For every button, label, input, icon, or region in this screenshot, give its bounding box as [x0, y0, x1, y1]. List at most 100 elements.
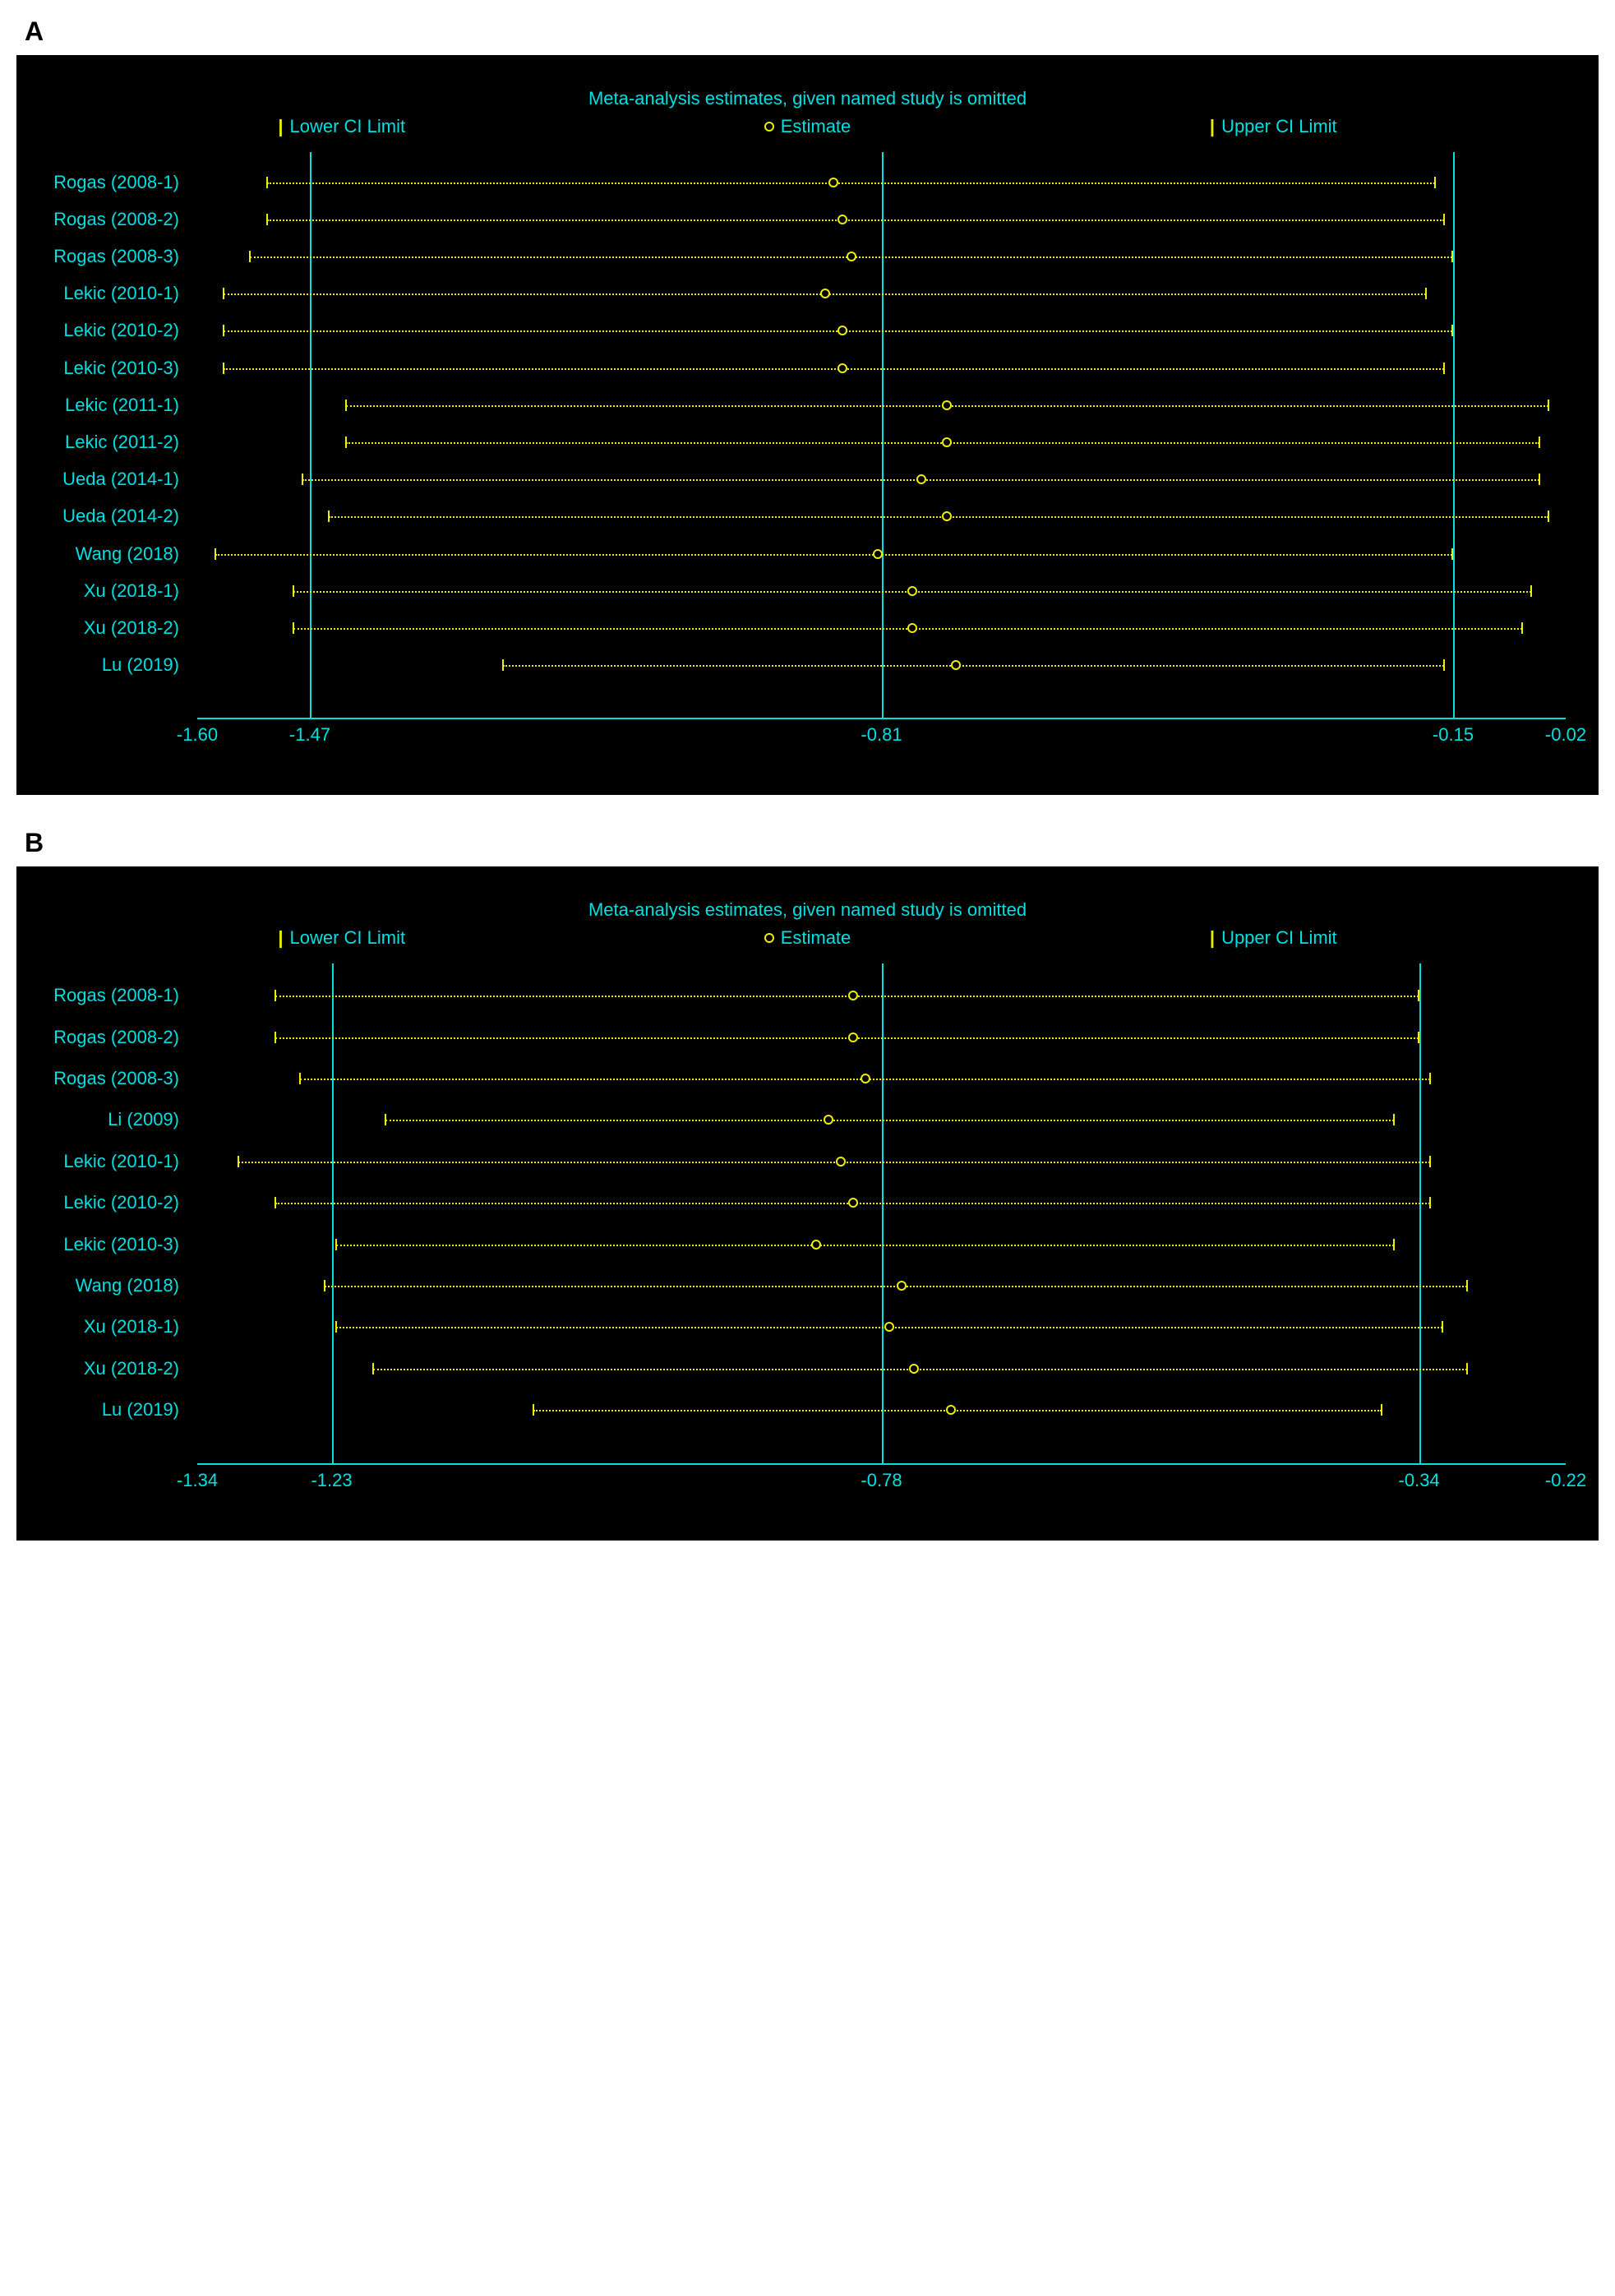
- upper-ci-tick: [1381, 1404, 1382, 1416]
- lower-ci-tick: [293, 585, 294, 597]
- study-label: Lekic (2010-1): [16, 283, 189, 304]
- upper-ci-tick: [1443, 363, 1445, 374]
- ci-range: [503, 665, 1444, 667]
- plot-area: Meta-analysis estimates, given named stu…: [16, 866, 1599, 1541]
- estimate-marker: [848, 1198, 858, 1208]
- ci-range: [533, 1410, 1382, 1411]
- study-row: Rogas (2008-2): [16, 1026, 1566, 1049]
- study-line: [189, 319, 1566, 342]
- study-line: [189, 1315, 1566, 1338]
- chart-body: -1.34-1.23-0.78-0.34-0.22Rogas (2008-1)R…: [197, 963, 1566, 1465]
- study-label: Rogas (2008-3): [16, 246, 189, 267]
- x-axis: [197, 1463, 1566, 1465]
- legend-text: Upper CI Limit: [1221, 116, 1337, 137]
- tick-icon: |: [278, 116, 283, 137]
- estimate-marker: [942, 511, 952, 521]
- study-line: [189, 543, 1566, 566]
- study-line: [189, 1150, 1566, 1173]
- estimate-marker: [942, 400, 952, 410]
- lower-ci-tick: [275, 1032, 276, 1043]
- study-line: [189, 282, 1566, 305]
- x-axis-tick: -1.60: [177, 724, 218, 746]
- upper-ci-tick: [1530, 585, 1532, 597]
- estimate-marker: [811, 1240, 821, 1250]
- study-line: [189, 1026, 1566, 1049]
- lower-ci-tick: [385, 1114, 386, 1125]
- lower-ci-tick: [223, 288, 224, 299]
- study-line: [189, 1191, 1566, 1214]
- study-row: Rogas (2008-1): [16, 984, 1566, 1007]
- estimate-marker: [848, 991, 858, 1000]
- chart-title: Meta-analysis estimates, given named stu…: [49, 88, 1566, 109]
- study-line: [189, 468, 1566, 491]
- x-axis-tick: -0.15: [1433, 724, 1474, 746]
- lower-ci-tick: [328, 510, 330, 522]
- tick-icon: |: [1210, 927, 1215, 949]
- estimate-marker: [837, 326, 847, 335]
- study-label: Ueda (2014-1): [16, 469, 189, 490]
- study-line: [189, 1067, 1566, 1090]
- upper-ci-tick: [1451, 548, 1453, 560]
- panel-label: A: [25, 16, 1599, 47]
- estimate-marker: [884, 1322, 894, 1332]
- estimate-marker: [907, 586, 917, 596]
- legend-text: Estimate: [781, 116, 851, 137]
- study-row: Xu (2018-2): [16, 1357, 1566, 1380]
- study-row: Li (2009): [16, 1108, 1566, 1131]
- lower-ci-tick: [266, 214, 268, 225]
- study-line: [189, 505, 1566, 528]
- estimate-marker: [828, 178, 838, 187]
- estimate-marker: [942, 437, 952, 447]
- x-axis-tick: -0.02: [1545, 724, 1586, 746]
- study-line: [189, 208, 1566, 231]
- ci-range: [267, 182, 1435, 184]
- upper-ci-tick: [1466, 1363, 1468, 1374]
- upper-ci-tick: [1393, 1114, 1395, 1125]
- estimate-marker: [909, 1364, 919, 1374]
- chart-title: Meta-analysis estimates, given named stu…: [49, 899, 1566, 921]
- study-label: Lu (2019): [16, 1399, 189, 1421]
- legend-lower-ci: |Lower CI Limit: [278, 927, 405, 949]
- lower-ci-tick: [345, 437, 347, 448]
- upper-ci-tick: [1418, 1032, 1419, 1043]
- legend-text: Estimate: [781, 927, 851, 949]
- study-row: Lekic (2010-2): [16, 319, 1566, 342]
- x-axis-tick: -0.34: [1399, 1470, 1440, 1491]
- study-label: Lekic (2011-1): [16, 395, 189, 416]
- study-line: [189, 245, 1566, 268]
- ci-range: [215, 554, 1452, 556]
- upper-ci-tick: [1451, 325, 1453, 336]
- x-axis-tick: -1.23: [311, 1470, 352, 1491]
- lower-ci-tick: [324, 1280, 325, 1291]
- upper-ci-tick: [1521, 622, 1523, 634]
- study-label: Xu (2018-1): [16, 1316, 189, 1337]
- study-line: [189, 617, 1566, 640]
- x-axis-tick: -0.78: [861, 1470, 902, 1491]
- lower-ci-tick: [533, 1404, 534, 1416]
- study-label: Xu (2018-2): [16, 617, 189, 639]
- ci-range: [373, 1369, 1467, 1370]
- lower-ci-tick: [215, 548, 216, 560]
- study-row: Ueda (2014-2): [16, 505, 1566, 528]
- estimate-marker: [824, 1115, 833, 1125]
- legend: |Lower CI LimitEstimate|Upper CI Limit: [49, 116, 1566, 137]
- study-row: Wang (2018): [16, 543, 1566, 566]
- study-line: [189, 171, 1566, 194]
- lower-ci-tick: [275, 1197, 276, 1208]
- ci-range: [275, 1037, 1419, 1039]
- estimate-marker: [820, 289, 830, 298]
- study-label: Lekic (2010-1): [16, 1151, 189, 1172]
- ci-range: [275, 996, 1419, 997]
- upper-ci-tick: [1393, 1239, 1395, 1250]
- upper-ci-tick: [1548, 510, 1549, 522]
- study-label: Rogas (2008-1): [16, 172, 189, 193]
- legend: |Lower CI LimitEstimate|Upper CI Limit: [49, 927, 1566, 949]
- study-row: Lekic (2011-2): [16, 431, 1566, 454]
- study-row: Ueda (2014-1): [16, 468, 1566, 491]
- lower-ci-tick: [266, 177, 268, 188]
- x-axis: [197, 718, 1566, 719]
- study-row: Lekic (2010-1): [16, 1150, 1566, 1173]
- study-row: Rogas (2008-3): [16, 1067, 1566, 1090]
- study-row: Wang (2018): [16, 1274, 1566, 1297]
- upper-ci-tick: [1429, 1156, 1431, 1167]
